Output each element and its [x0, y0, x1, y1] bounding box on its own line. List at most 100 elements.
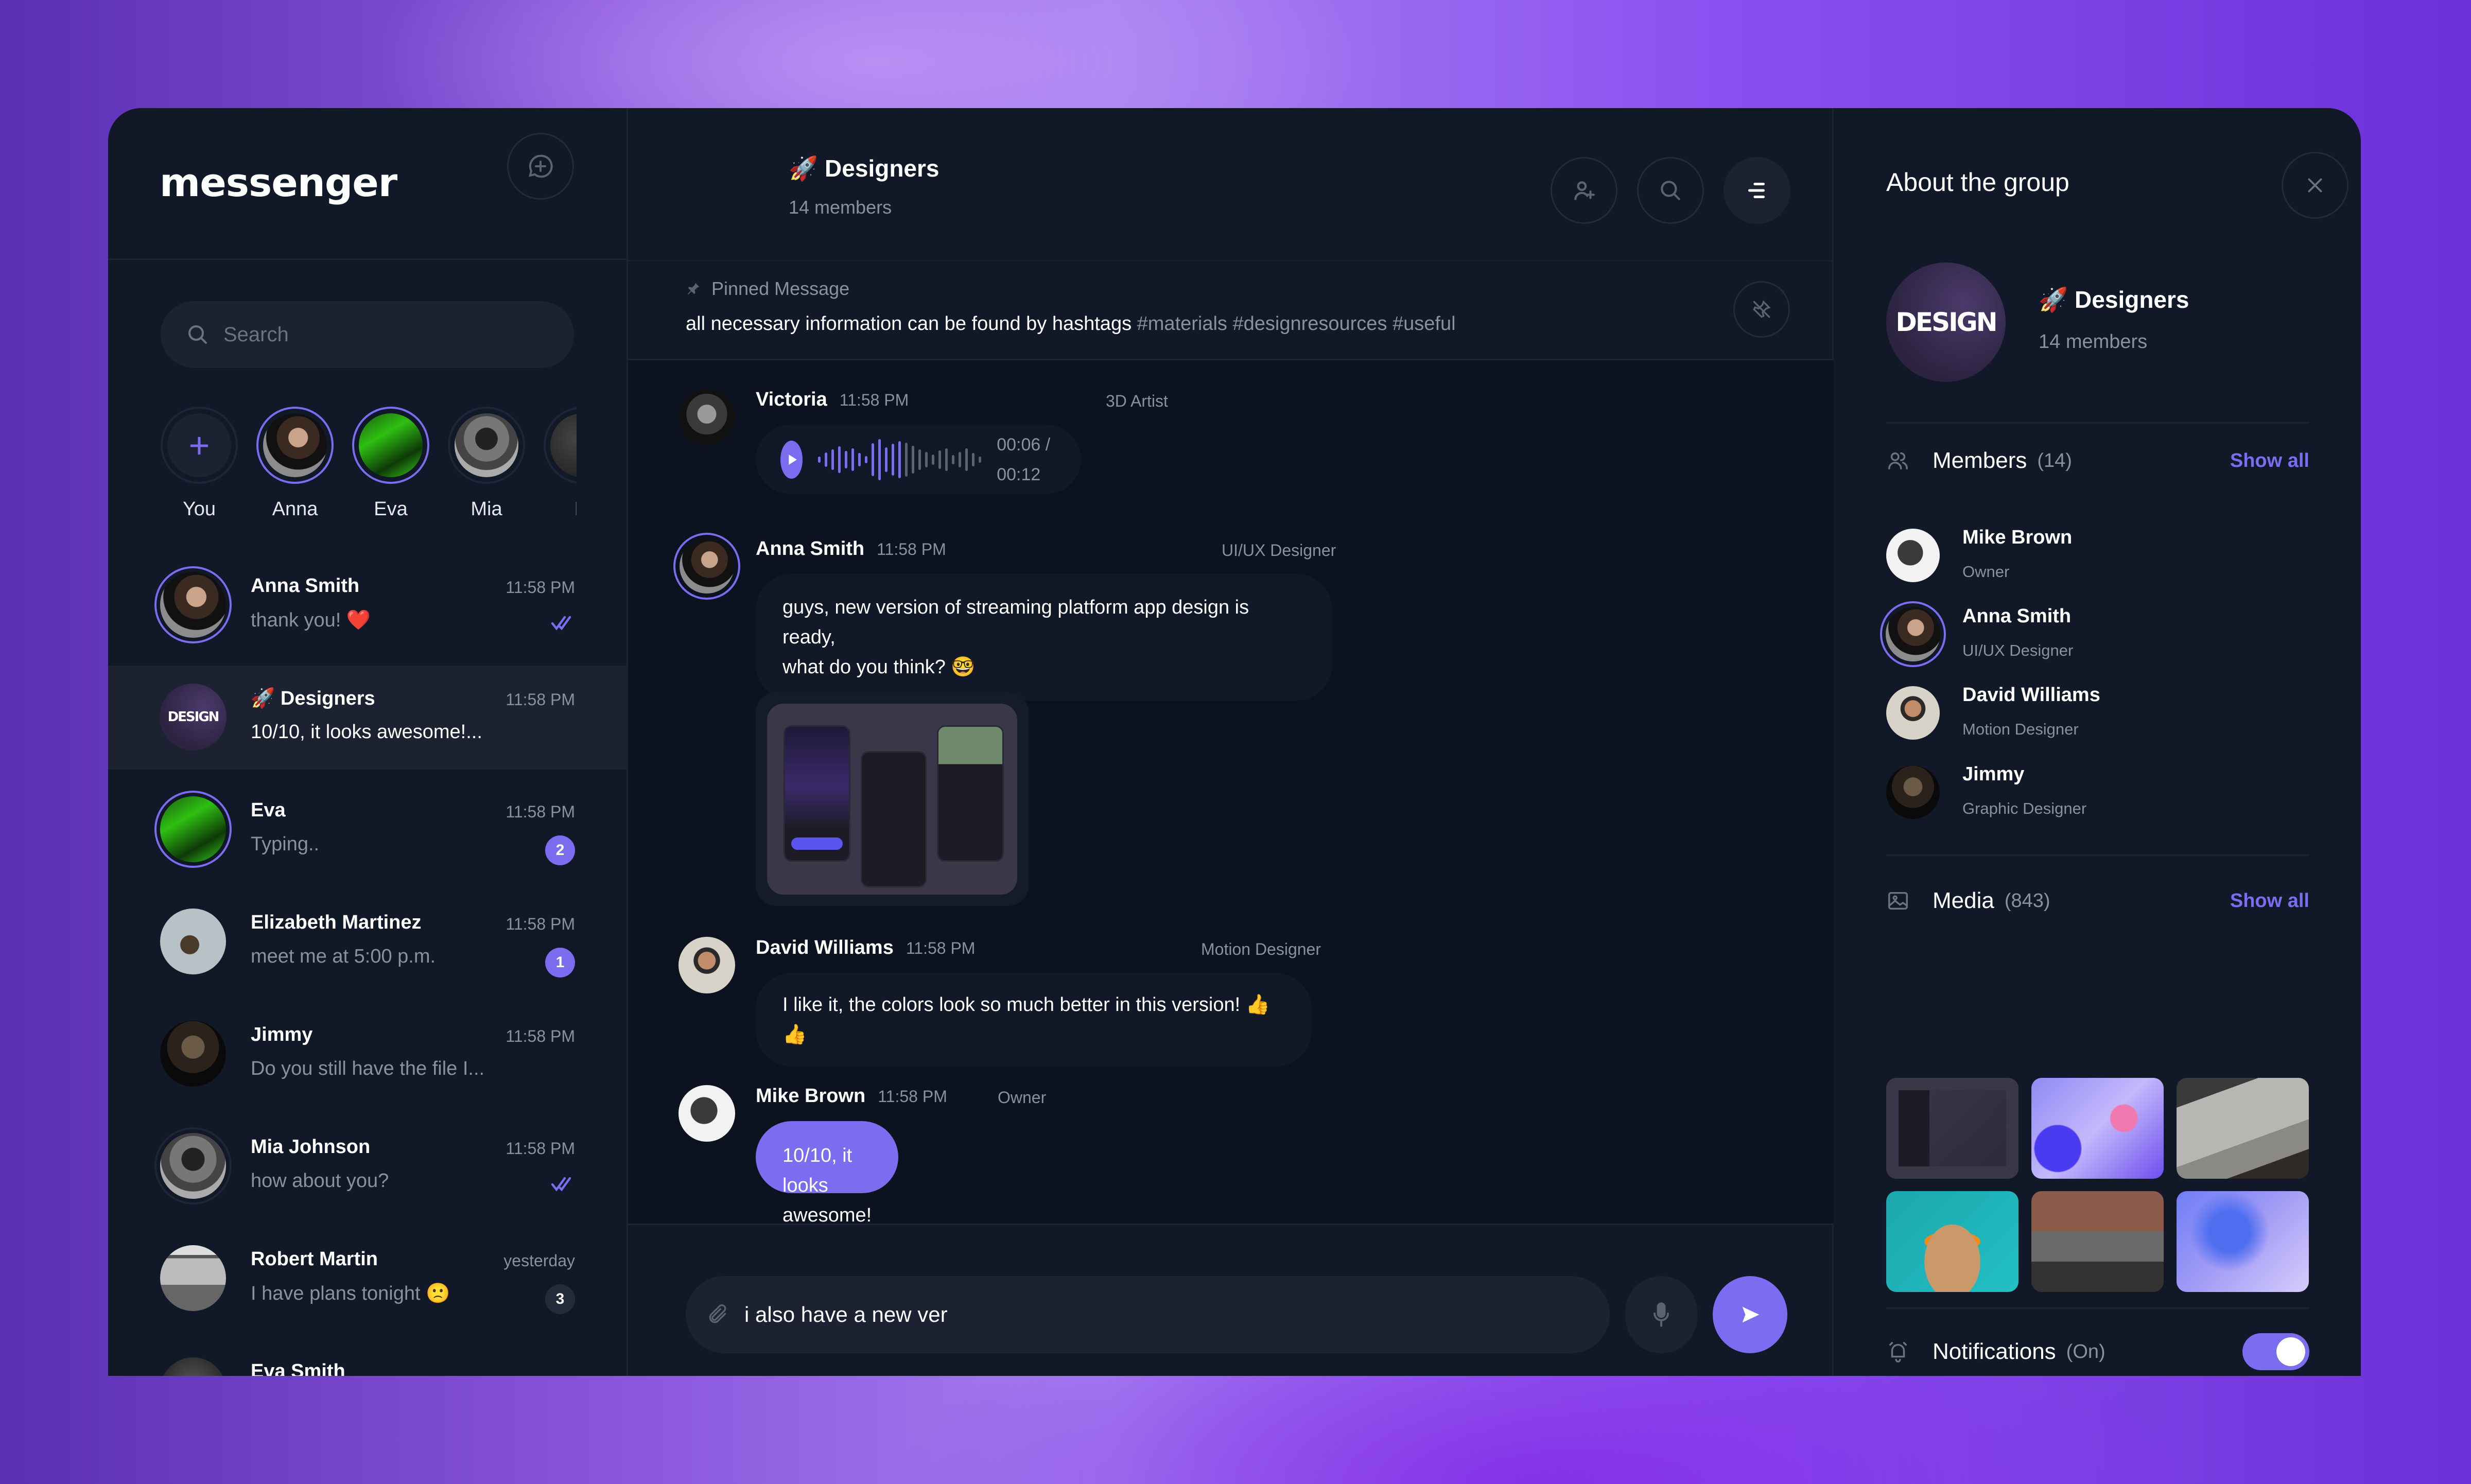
story-anna[interactable]: Anna	[256, 407, 334, 520]
send-button[interactable]	[1713, 1276, 1787, 1353]
avatar	[359, 413, 423, 477]
stories-row: + You Anna Eva Mia M	[161, 407, 577, 535]
member-name: David Williams	[1962, 684, 2100, 706]
message-input[interactable]	[744, 1302, 1568, 1327]
unpin-icon	[1753, 300, 1771, 318]
avatar-image	[680, 539, 734, 593]
waveform-bar	[938, 450, 942, 469]
waveform[interactable]	[818, 439, 982, 480]
image-attachment[interactable]	[756, 692, 1029, 906]
notifications-toggle[interactable]	[2242, 1333, 2309, 1370]
paperclip-icon[interactable]	[706, 1303, 729, 1326]
avatar	[1886, 529, 1940, 582]
search-input[interactable]	[223, 323, 532, 346]
chat-item-robert-martin[interactable]: Robert Martin I have plans tonight 🙁 yes…	[108, 1227, 627, 1331]
pinned-label: Pinned Message	[686, 278, 849, 300]
story-mia[interactable]: Mia	[448, 407, 525, 520]
member-item[interactable]: David Williams Motion Designer	[1886, 684, 2309, 753]
message-text-line: what do you think? 🤓	[782, 656, 976, 678]
chat-item-anna-smith[interactable]: Anna Smith thank you! ❤️ 11:58 PM	[108, 553, 627, 657]
member-role: Motion Designer	[1962, 720, 2079, 738]
member-role: Owner	[1962, 563, 2010, 581]
chat-item-eva[interactable]: Eva Typing.. 11:58 PM 2	[108, 778, 627, 882]
waveform-bar	[878, 439, 881, 480]
divider	[1886, 422, 2309, 424]
close-icon	[2308, 178, 2322, 193]
avatar	[550, 413, 577, 477]
chat-item-elizabeth-martinez[interactable]: Elizabeth Martinez meet me at 5:00 p.m. …	[108, 890, 627, 994]
sender-name: Mike Brown	[756, 1085, 866, 1107]
divider	[1886, 854, 2309, 856]
menu-lines-icon	[1748, 183, 1765, 198]
unread-badge: 2	[545, 835, 575, 865]
members-header: Members (14) Show all	[1886, 448, 2309, 474]
chat-item-mia-johnson[interactable]: Mia Johnson how about you? 11:58 PM	[108, 1114, 627, 1218]
pinned-text: all necessary information can be found b…	[686, 313, 1456, 335]
members-show-all-link[interactable]: Show all	[2230, 450, 2309, 472]
add-member-button[interactable]	[1551, 157, 1617, 224]
message-bubble: I like it, the colors look so much bette…	[756, 973, 1312, 1067]
search-field[interactable]	[161, 301, 574, 368]
mockup-phone	[937, 725, 1004, 862]
waveform-bar	[872, 443, 875, 476]
search-chat-button[interactable]	[1637, 157, 1704, 224]
story-m[interactable]: M	[544, 407, 577, 520]
voice-duration: 00:06 / 00:12	[997, 434, 1051, 484]
group-info-button[interactable]	[1724, 157, 1790, 224]
story-ring	[448, 407, 525, 484]
notifications-label: Notifications	[1933, 1339, 2056, 1364]
notifications-state: (On)	[2066, 1340, 2105, 1363]
waveform-bar	[838, 446, 841, 473]
media-header: Media (843) Show all	[1886, 888, 2309, 914]
media-thumb-3d-mushrooms[interactable]	[2031, 1078, 2164, 1179]
media-thumb-abstract[interactable]	[2177, 1191, 2309, 1292]
pinned-message[interactable]: Pinned Message all necessary information…	[628, 260, 1834, 360]
member-item[interactable]: Jimmy Graphic Designer	[1886, 763, 2309, 832]
voice-record-button[interactable]	[1625, 1276, 1697, 1353]
member-name: Anna Smith	[1962, 605, 2072, 627]
chat-preview: thank you! ❤️	[251, 609, 371, 631]
avatar	[1886, 686, 1940, 740]
send-icon	[1742, 1306, 1759, 1323]
unread-badge: 1	[545, 948, 575, 977]
member-name: Mike Brown	[1962, 527, 2073, 548]
new-chat-button[interactable]	[507, 133, 574, 200]
story-label: You	[182, 498, 216, 520]
waveform-bar	[892, 443, 895, 476]
pinned-hashtags[interactable]: #materials #designresources #useful	[1137, 313, 1456, 335]
chat-time: yesterday	[503, 1251, 575, 1270]
story-eva[interactable]: Eva	[352, 407, 429, 520]
media-thumb-friends[interactable]	[2031, 1191, 2164, 1292]
media-thumb-laptop[interactable]	[2177, 1078, 2309, 1179]
waveform-bar	[851, 448, 855, 471]
unpin-button[interactable]	[1733, 281, 1790, 338]
media-thumb-bunny[interactable]	[1886, 1191, 2018, 1292]
chat-time: 11:58 PM	[506, 915, 575, 933]
chat-item-jimmy[interactable]: Jimmy Do you still have the file I... 11…	[108, 1002, 627, 1106]
bell-icon	[1889, 1342, 1907, 1363]
avatar-image	[160, 1357, 226, 1376]
chat-item-eva-smith[interactable]: Eva Smith	[108, 1339, 627, 1376]
media-show-all-link[interactable]: Show all	[2230, 890, 2309, 912]
message-time: 11:58 PM	[877, 540, 946, 558]
chat-item-designers[interactable]: DESIGN 🚀 Designers 10/10, it looks aweso…	[108, 666, 627, 770]
member-item[interactable]: Anna Smith UI/UX Designer	[1880, 601, 2309, 674]
avatar	[678, 937, 735, 993]
waveform-bar	[952, 455, 955, 464]
play-button[interactable]	[780, 440, 803, 479]
waveform-bar	[905, 442, 908, 477]
waveform-bar	[845, 450, 848, 468]
media-grid	[1886, 1078, 2309, 1292]
chat-time: 11:58 PM	[506, 690, 575, 709]
story-ring: +	[161, 407, 238, 484]
message-time: 11:58 PM	[878, 1087, 947, 1106]
story-add-you[interactable]: + You	[161, 407, 238, 520]
media-label: Media	[1933, 888, 1994, 913]
member-item[interactable]: Mike Brown Owner	[1886, 527, 2309, 596]
message-field[interactable]	[686, 1276, 1610, 1353]
users-icon	[1888, 452, 1908, 470]
media-thumb-app-mockup[interactable]	[1886, 1078, 2018, 1179]
close-panel-button[interactable]	[2282, 152, 2348, 219]
messenger-window: messenger + You Anna Eva	[108, 108, 2361, 1376]
user-plus-icon	[1574, 181, 1595, 200]
